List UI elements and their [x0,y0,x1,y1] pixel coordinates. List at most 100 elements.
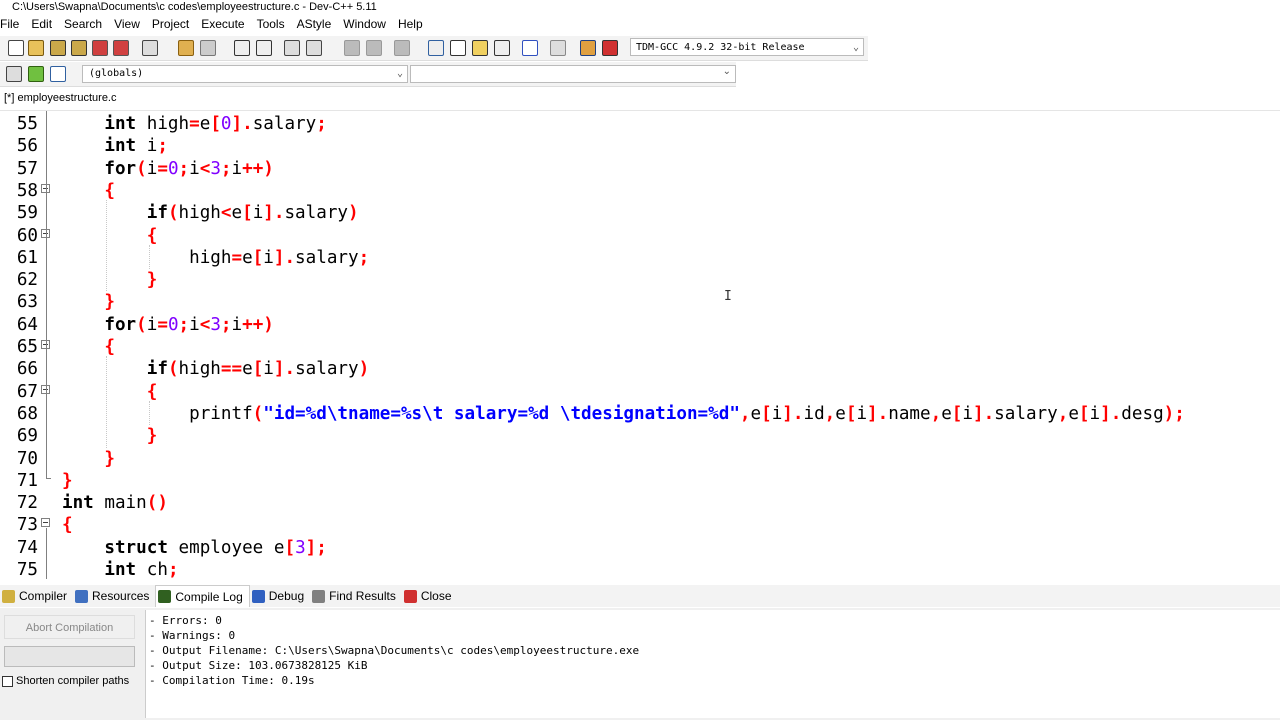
stop-icon[interactable] [550,40,566,56]
menu-item-tools[interactable]: Tools [253,15,293,34]
compile-log-output: - Errors: 0 - Warnings: 0 - Output Filenam… [145,610,1280,718]
layout-icon[interactable] [494,40,510,56]
new-file-icon[interactable] [8,40,24,56]
code-line[interactable]: 64 for(i=0;i<3;i++) [0,314,1280,336]
tab-label: Resources [92,589,150,603]
code-text: int high=e[0].salary; [104,114,327,134]
redo-icon[interactable] [200,40,216,56]
menu-item-help[interactable]: Help [394,15,431,34]
scope-select[interactable]: (globals) ⌄ [82,65,408,83]
code-line[interactable]: 75 int ch; [0,559,1280,579]
code-line[interactable]: 69 } [0,425,1280,447]
save-all-icon[interactable] [71,40,87,56]
tab-close[interactable]: Close [402,585,458,607]
code-line[interactable]: 61 high=e[i].salary; [0,247,1280,269]
menu-item-file[interactable]: File [0,15,27,34]
line-number: 69 [16,426,38,447]
shorten-paths-checkbox[interactable]: Shorten compiler paths [2,674,129,688]
indent-icon[interactable] [284,40,300,56]
code-text: } [62,470,73,491]
goto-line-icon[interactable] [394,40,410,56]
fold-line [46,111,47,478]
close-file-icon[interactable] [92,40,108,56]
replace-icon[interactable] [256,40,272,56]
code-line[interactable]: 62 } [0,269,1280,291]
menu-item-astyle[interactable]: AStyle [293,15,340,34]
line-number: 72 [16,493,38,514]
grid-icon[interactable] [472,40,488,56]
profile-icon[interactable] [602,40,618,56]
window-title: C:\Users\Swapna\Documents\c codes\employ… [12,1,377,13]
code-line[interactable]: 72 int main() [0,492,1280,514]
fold-toggle-icon[interactable] [41,518,50,528]
menu-item-search[interactable]: Search [60,15,110,34]
fold-line [46,528,47,579]
menu-item-window[interactable]: Window [339,15,394,34]
indent-guide [106,356,108,448]
line-number: 59 [16,203,38,224]
menu-item-project[interactable]: Project [148,15,197,34]
code-line[interactable]: 70 } [0,448,1280,470]
code-line[interactable]: 56 int i; [0,135,1280,157]
code-line[interactable]: 68 printf("id=%d\tname=%s\t salary=%d \t… [0,403,1280,425]
code-text: for(i=0;i<3;i++) [104,314,274,335]
code-line[interactable]: 60 { [0,225,1280,247]
tab-resources[interactable]: Resources [73,585,155,607]
tab-debug[interactable]: Debug [250,585,310,607]
find-icon[interactable] [234,40,250,56]
line-number: 55 [16,114,38,134]
chart-icon[interactable] [580,40,596,56]
insert-icon[interactable] [50,66,66,82]
tab-find-results[interactable]: Find Results [310,585,402,607]
code-line[interactable]: 58 { [0,180,1280,202]
code-editor[interactable]: 55 int high=e[0].salary; 56 int i; 57 for(… [0,110,1280,579]
code-line[interactable]: 59 if(high<e[i].salary) [0,202,1280,224]
undo-icon[interactable] [178,40,194,56]
code-line[interactable]: 67 { [0,381,1280,403]
window-icon[interactable] [450,40,466,56]
save-icon[interactable] [50,40,66,56]
checkbox-icon[interactable] [2,675,13,687]
code-line[interactable]: 65 { [0,336,1280,358]
open-project-icon[interactable] [28,40,44,56]
shorten-paths-label: Shorten compiler paths [16,675,130,687]
chevron-down-icon: ⌄ [722,66,731,77]
code-line[interactable]: 57 for(i=0;i<3;i++) [0,158,1280,180]
line-number: 63 [16,292,38,313]
line-number: 71 [16,470,38,491]
menu-item-edit[interactable]: Edit [27,15,60,34]
close-all-icon[interactable] [113,40,129,56]
compiler-select[interactable]: TDM-GCC 4.9.2 32-bit Release ⌄ [630,38,864,56]
new-class-icon[interactable] [428,40,444,56]
code-line[interactable]: 63 } [0,291,1280,313]
bookmark-prev-icon[interactable] [344,40,360,56]
function-select[interactable]: ⌄ [410,65,736,83]
menu-item-execute[interactable]: Execute [197,15,252,34]
code-text: for(i=0;i<3;i++) [104,158,274,179]
code-text: int main() [62,493,168,514]
code-line[interactable]: 66 if(high==e[i].salary) [0,358,1280,380]
compile-progress-bar [4,646,135,667]
menu-item-view[interactable]: View [110,15,148,34]
tab-label: Compile Log [175,589,243,604]
line-number: 68 [16,403,38,424]
check-syntax-icon[interactable] [522,40,538,56]
scope-select-value: (globals) [89,68,144,79]
chevron-down-icon: ⌄ [396,68,403,79]
indent-guide [148,400,150,426]
class-browser-icon[interactable] [6,66,22,82]
tab-compiler[interactable]: Compiler [0,585,73,607]
code-line[interactable]: 55 int high=e[0].salary; [0,113,1280,135]
code-line[interactable]: 73 { [0,514,1280,536]
unindent-icon[interactable] [306,40,322,56]
code-text: { [104,180,115,201]
tab-compile-log[interactable]: Compile Log [155,585,250,607]
goto-icon[interactable] [28,66,44,82]
print-icon[interactable] [142,40,158,56]
editor-tab-employeestructure[interactable]: [*] employeestructure.c [0,90,121,106]
abort-compilation-button[interactable]: Abort Compilation [4,615,135,639]
bookmark-next-icon[interactable] [366,40,382,56]
window-title-bar: C:\Users\Swapna\Documents\c codes\employ… [0,0,1280,14]
code-line[interactable]: 74 struct employee e[3]; [0,537,1280,559]
code-line[interactable]: 71} [0,470,1280,492]
